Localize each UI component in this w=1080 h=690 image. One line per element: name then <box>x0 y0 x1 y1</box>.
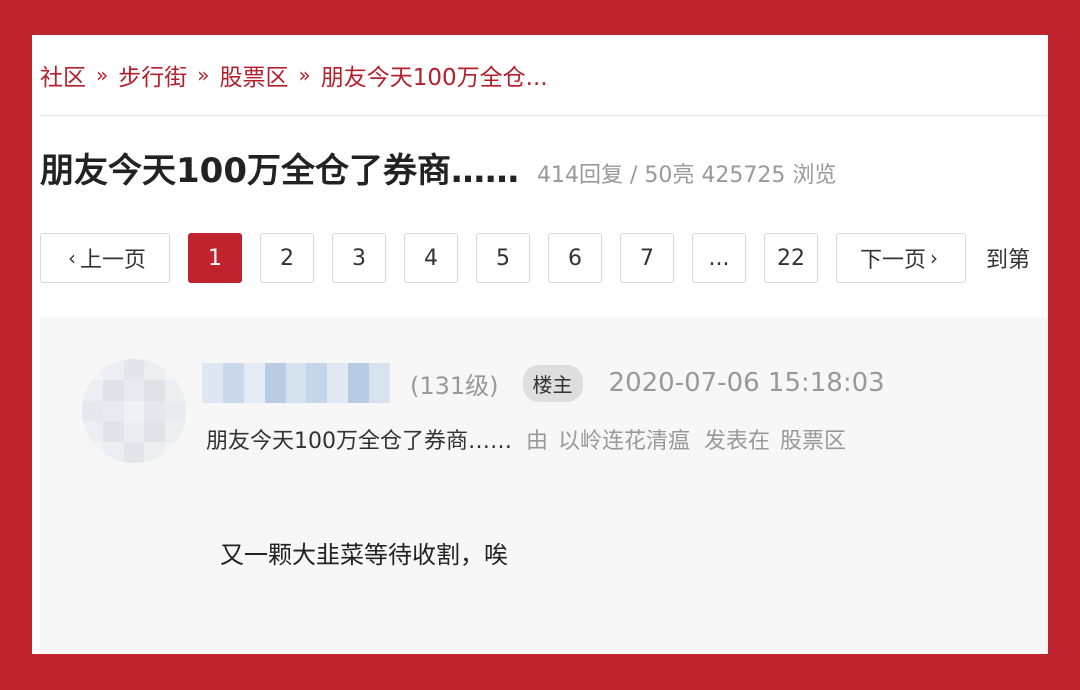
user-level: (131级) <box>410 371 499 400</box>
next-page-button[interactable]: 下一页 › <box>836 233 966 283</box>
pagination: ‹ 上一页 1 2 3 4 5 6 7 ... 22 下一页 › 到第 <box>40 233 1030 283</box>
page-button-22[interactable]: 22 <box>764 233 818 283</box>
prev-page-button[interactable]: ‹ 上一页 <box>40 233 170 283</box>
page-button-6[interactable]: 6 <box>548 233 602 283</box>
posted-in-label: 发表在 <box>704 429 771 454</box>
thread-stats: 414回复 / 50亮 425725 浏览 <box>536 163 837 188</box>
breadcrumb-separator: » <box>197 63 210 87</box>
post-subject: 朋友今天100万全仓了券商…… <box>206 429 512 454</box>
post-card: (131级) 楼主 2020-07-06 15:18:03 朋友今天100万全仓… <box>40 317 1048 654</box>
post-date: 2020-07-06 15:18:03 <box>608 368 885 398</box>
by-label: 由 <box>526 429 549 454</box>
page-button-5[interactable]: 5 <box>476 233 530 283</box>
next-page-label: 下一页 <box>859 248 926 273</box>
breadcrumb: 社区 » 步行街 » 股票区 » 朋友今天100万全仓... <box>40 55 548 95</box>
chevron-left-icon: ‹ <box>67 246 76 270</box>
breadcrumb-pedestrian-street[interactable]: 步行街 <box>118 58 187 92</box>
avatar[interactable] <box>82 359 186 463</box>
breadcrumb-separator: » <box>96 63 109 87</box>
page-button-4[interactable]: 4 <box>404 233 458 283</box>
page-ellipsis-button[interactable]: ... <box>692 233 746 283</box>
post-subject-line: 朋友今天100万全仓了券商…… 由 以岭连花清瘟 发表在 股票区 <box>206 423 846 455</box>
header-divider <box>40 115 1048 116</box>
page-button-1[interactable]: 1 <box>188 233 242 283</box>
thread-header: 朋友今天100万全仓了券商…… 414回复 / 50亮 425725 浏览 <box>40 143 836 192</box>
breadcrumb-community[interactable]: 社区 <box>40 58 86 92</box>
prev-page-label: 上一页 <box>79 248 146 273</box>
chevron-right-icon: › <box>930 246 938 270</box>
page-button-7[interactable]: 7 <box>620 233 674 283</box>
op-badge: 楼主 <box>522 364 583 402</box>
forum-panel: 社区 » 步行街 » 股票区 » 朋友今天100万全仓... 朋友今天100万全… <box>32 35 1048 654</box>
board-link[interactable]: 股票区 <box>780 423 846 455</box>
breadcrumb-current-thread[interactable]: 朋友今天100万全仓... <box>321 58 548 92</box>
post-meta: (131级) 楼主 2020-07-06 15:18:03 <box>410 363 885 403</box>
thread-title: 朋友今天100万全仓了券商…… <box>40 151 519 191</box>
breadcrumb-stock-board[interactable]: 股票区 <box>220 58 289 92</box>
username-blurred[interactable] <box>202 363 391 403</box>
page-button-3[interactable]: 3 <box>332 233 386 283</box>
goto-page-label: 到第 <box>986 248 1031 273</box>
page-button-2[interactable]: 2 <box>260 233 314 283</box>
breadcrumb-separator: » <box>298 63 311 87</box>
author-link[interactable]: 以岭连花清瘟 <box>558 423 690 455</box>
post-content: 又一颗大韭菜等待收割，唉 <box>220 541 508 569</box>
